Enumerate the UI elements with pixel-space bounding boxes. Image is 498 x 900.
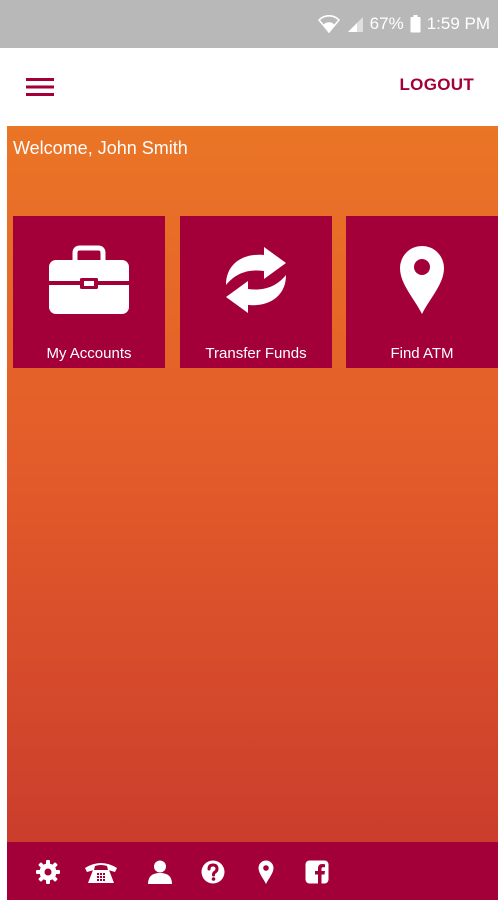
battery-icon — [410, 15, 421, 33]
app-screen: 67% 1:59 PM LOGOUT Welcome, John Smith M… — [0, 0, 498, 900]
call-button[interactable] — [84, 861, 118, 883]
map-pin-icon — [258, 860, 274, 884]
transfer-arrows-icon — [226, 247, 286, 313]
logout-button[interactable]: LOGOUT — [399, 75, 474, 95]
welcome-text: Welcome, John Smith — [13, 138, 188, 158]
tile-label: Transfer Funds — [205, 345, 307, 362]
my-accounts-tile[interactable]: My Accounts — [13, 216, 165, 368]
status-time: 1:59 PM — [426, 14, 490, 33]
find-atm-tile[interactable]: Find ATM — [346, 216, 498, 368]
map-pin-icon — [400, 246, 444, 314]
bottom-toolbar — [7, 842, 498, 900]
question-icon — [201, 860, 225, 884]
hamburger-menu-icon — [26, 78, 54, 96]
menu-button[interactable] — [24, 72, 64, 102]
signal-icon — [346, 15, 364, 33]
location-button[interactable] — [258, 860, 274, 884]
gear-icon — [36, 860, 60, 884]
dashboard-main: Welcome, John Smith My Accounts Transfer… — [7, 126, 498, 842]
app-bar: LOGOUT — [0, 48, 498, 126]
settings-button[interactable] — [36, 860, 60, 884]
battery-percent: 67% — [369, 14, 404, 33]
profile-button[interactable] — [147, 860, 173, 884]
wifi-icon — [317, 15, 340, 33]
facebook-icon — [305, 860, 329, 884]
briefcase-icon — [49, 245, 129, 314]
status-bar: 67% 1:59 PM — [0, 0, 498, 48]
tile-label: Find ATM — [390, 345, 454, 362]
facebook-button[interactable] — [305, 860, 329, 884]
telephone-icon — [85, 863, 117, 883]
help-button[interactable] — [201, 860, 225, 884]
transfer-funds-tile[interactable]: Transfer Funds — [180, 216, 332, 368]
tile-label: My Accounts — [46, 345, 132, 362]
user-icon — [148, 860, 172, 884]
